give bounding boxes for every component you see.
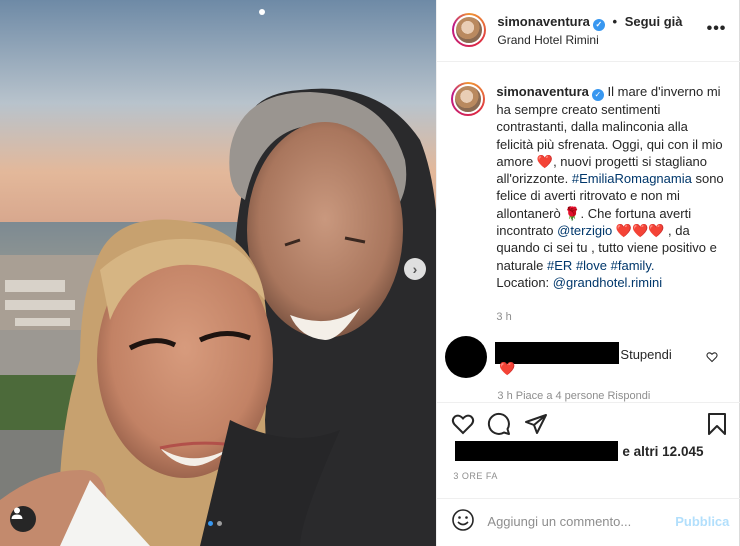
selfie-image [0, 0, 437, 546]
carousel-dot [217, 521, 222, 526]
redacted-liker [455, 441, 619, 461]
header-username[interactable]: simonaventura [497, 14, 589, 29]
comments-section: simonaventura ✓ Il mare d'inverno mi ha s… [437, 62, 740, 402]
next-photo-button[interactable]: › [404, 258, 426, 280]
commenter-avatar[interactable] [445, 336, 488, 378]
chevron-right-icon: › [412, 261, 418, 277]
instagram-post: › simonaventura ✓ • Segui già Grand Hotel… [0, 0, 740, 546]
location-mention-link[interactable]: @grandhotel.rimini [553, 275, 662, 290]
add-comment-bar: Pubblica [437, 498, 740, 546]
hearts-emoji: ❤️❤️❤️ [615, 223, 665, 239]
like-heart-icon[interactable] [451, 412, 475, 436]
caption-text: simonaventura ✓ Il mare d'inverno mi ha s… [496, 83, 726, 291]
comment-like-icon[interactable] [706, 351, 718, 363]
carousel-dots [208, 521, 222, 526]
more-options-icon[interactable]: ••• [707, 20, 727, 38]
comment-heart-emoji: ❤️ [499, 361, 516, 376]
verified-badge-icon: ✓ [592, 19, 605, 31]
bookmark-icon[interactable] [705, 412, 729, 436]
carousel-dot-active [208, 521, 213, 526]
action-bar: e altri 12.045 3 ORE FA [437, 402, 740, 498]
hashtag-link[interactable]: #ER [547, 258, 572, 273]
post-header: simonaventura ✓ • Segui già Grand Hotel R… [437, 0, 740, 62]
hashtag-link[interactable]: #love [576, 258, 607, 273]
comment-bubble-icon[interactable] [487, 412, 511, 436]
location-link[interactable]: Grand Hotel Rimini [497, 33, 598, 47]
verified-badge-icon: ✓ [591, 89, 604, 101]
heart-emoji: ❤️ [536, 153, 554, 169]
emoji-icon[interactable] [451, 508, 475, 532]
hashtag-link[interactable]: #family. [611, 258, 655, 273]
location-label: Location: [496, 274, 550, 290]
follow-button[interactable]: Segui già [625, 14, 683, 29]
tagged-users-button[interactable] [10, 506, 36, 532]
post-time: 3 ORE FA [453, 471, 498, 481]
caption-avatar[interactable] [451, 82, 486, 116]
likes-count[interactable]: e altri 12.045 [622, 444, 703, 459]
publish-button[interactable]: Pubblica [675, 514, 729, 529]
user-icon [11, 507, 23, 519]
avatar[interactable] [452, 13, 487, 47]
rose-emoji: 🌹 [564, 205, 581, 221]
separator-dot: • [612, 14, 618, 29]
share-send-icon[interactable] [524, 412, 548, 436]
mention-link[interactable]: @terzigio [557, 223, 612, 238]
caption-username[interactable]: simonaventura [496, 84, 588, 99]
comment-input[interactable] [487, 514, 658, 529]
post-sidebar: simonaventura ✓ • Segui già Grand Hotel R… [436, 0, 740, 546]
caption-time: 3 h [496, 311, 512, 323]
post-photo[interactable]: › [0, 0, 437, 546]
hashtag-link[interactable]: #EmiliaRomagnamia [572, 171, 692, 186]
comment-text: Stupendi [620, 347, 672, 362]
comment-meta: 3 h Piace a 4 persone Rispondi [497, 390, 651, 402]
